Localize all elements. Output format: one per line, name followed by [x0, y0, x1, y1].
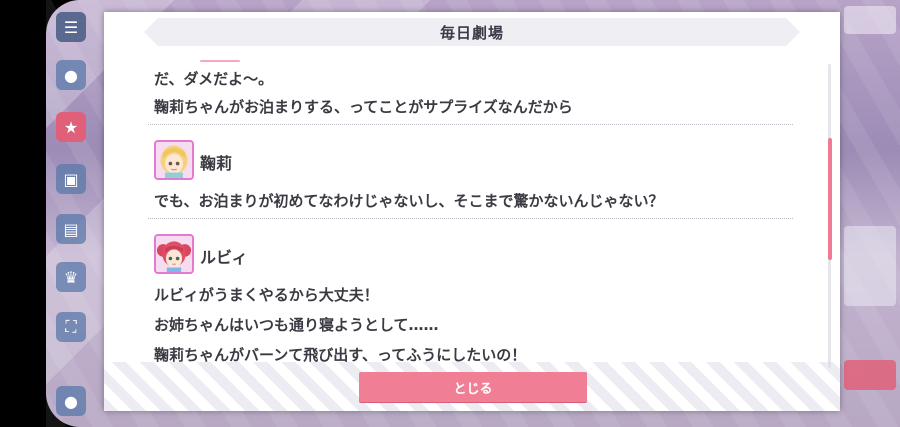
gift-icon[interactable]: ▣: [56, 164, 86, 194]
ranking-icon[interactable]: ♛: [56, 262, 86, 292]
ruby-portrait-icon: [156, 236, 192, 272]
divider: [148, 218, 793, 219]
close-button[interactable]: とじる: [359, 372, 587, 402]
side-menu: ☰ ● ★ ▣ ▤ ♛ ⛶ ●: [52, 0, 90, 427]
script-line: だ、ダメだよ〜。: [154, 70, 274, 88]
right-side-banner[interactable]: [844, 360, 896, 390]
app-screen: ☰ ● ★ ▣ ▤ ♛ ⛶ ● 毎日劇場 だ、ダメだよ〜。 鞠莉ちゃんがお泊まり…: [0, 0, 900, 427]
chat-icon[interactable]: ●: [56, 60, 86, 90]
profile-icon[interactable]: ●: [56, 386, 86, 416]
dialog-title-bar: 毎日劇場: [144, 18, 800, 46]
top-right-badge: [844, 6, 896, 34]
ruby-avatar: [154, 234, 194, 274]
right-side-panel: [840, 0, 900, 427]
top-accent-line: [200, 60, 240, 62]
scrollbar-thumb[interactable]: [828, 138, 832, 260]
speaker-name: ルビィ: [200, 248, 248, 267]
scrollbar-track[interactable]: [828, 64, 832, 368]
script-line: 鞠莉ちゃんがお泊まりする、ってことがサプライズなんだから: [154, 98, 573, 116]
fullscreen-icon[interactable]: ⛶: [56, 312, 86, 342]
script-content[interactable]: だ、ダメだよ〜。 鞠莉ちゃんがお泊まりする、ってことがサプライズなんだから 鞠莉…: [148, 50, 798, 370]
daily-theater-dialog: 毎日劇場 だ、ダメだよ〜。 鞠莉ちゃんがお泊まりする、ってことがサプライズなんだ…: [104, 12, 840, 411]
mari-portrait-icon: [156, 142, 192, 178]
mari-avatar: [154, 140, 194, 180]
divider: [148, 124, 793, 125]
script-line: ルビィがうまくやるから大丈夫！: [154, 286, 379, 304]
speaker-name: 鞠莉: [200, 154, 233, 173]
dialog-title: 毎日劇場: [439, 23, 504, 42]
script-line: でも、お泊まりが初めてなわけじゃないし、そこまで驚かないんじゃない？: [154, 192, 664, 210]
script-line: お姉ちゃんはいつも通り寝ようとして……: [154, 316, 439, 334]
present-icon[interactable]: ★: [56, 112, 86, 142]
right-side-card[interactable]: [844, 226, 896, 306]
story-icon[interactable]: ▤: [56, 214, 86, 244]
menu-icon[interactable]: ☰: [56, 12, 86, 42]
